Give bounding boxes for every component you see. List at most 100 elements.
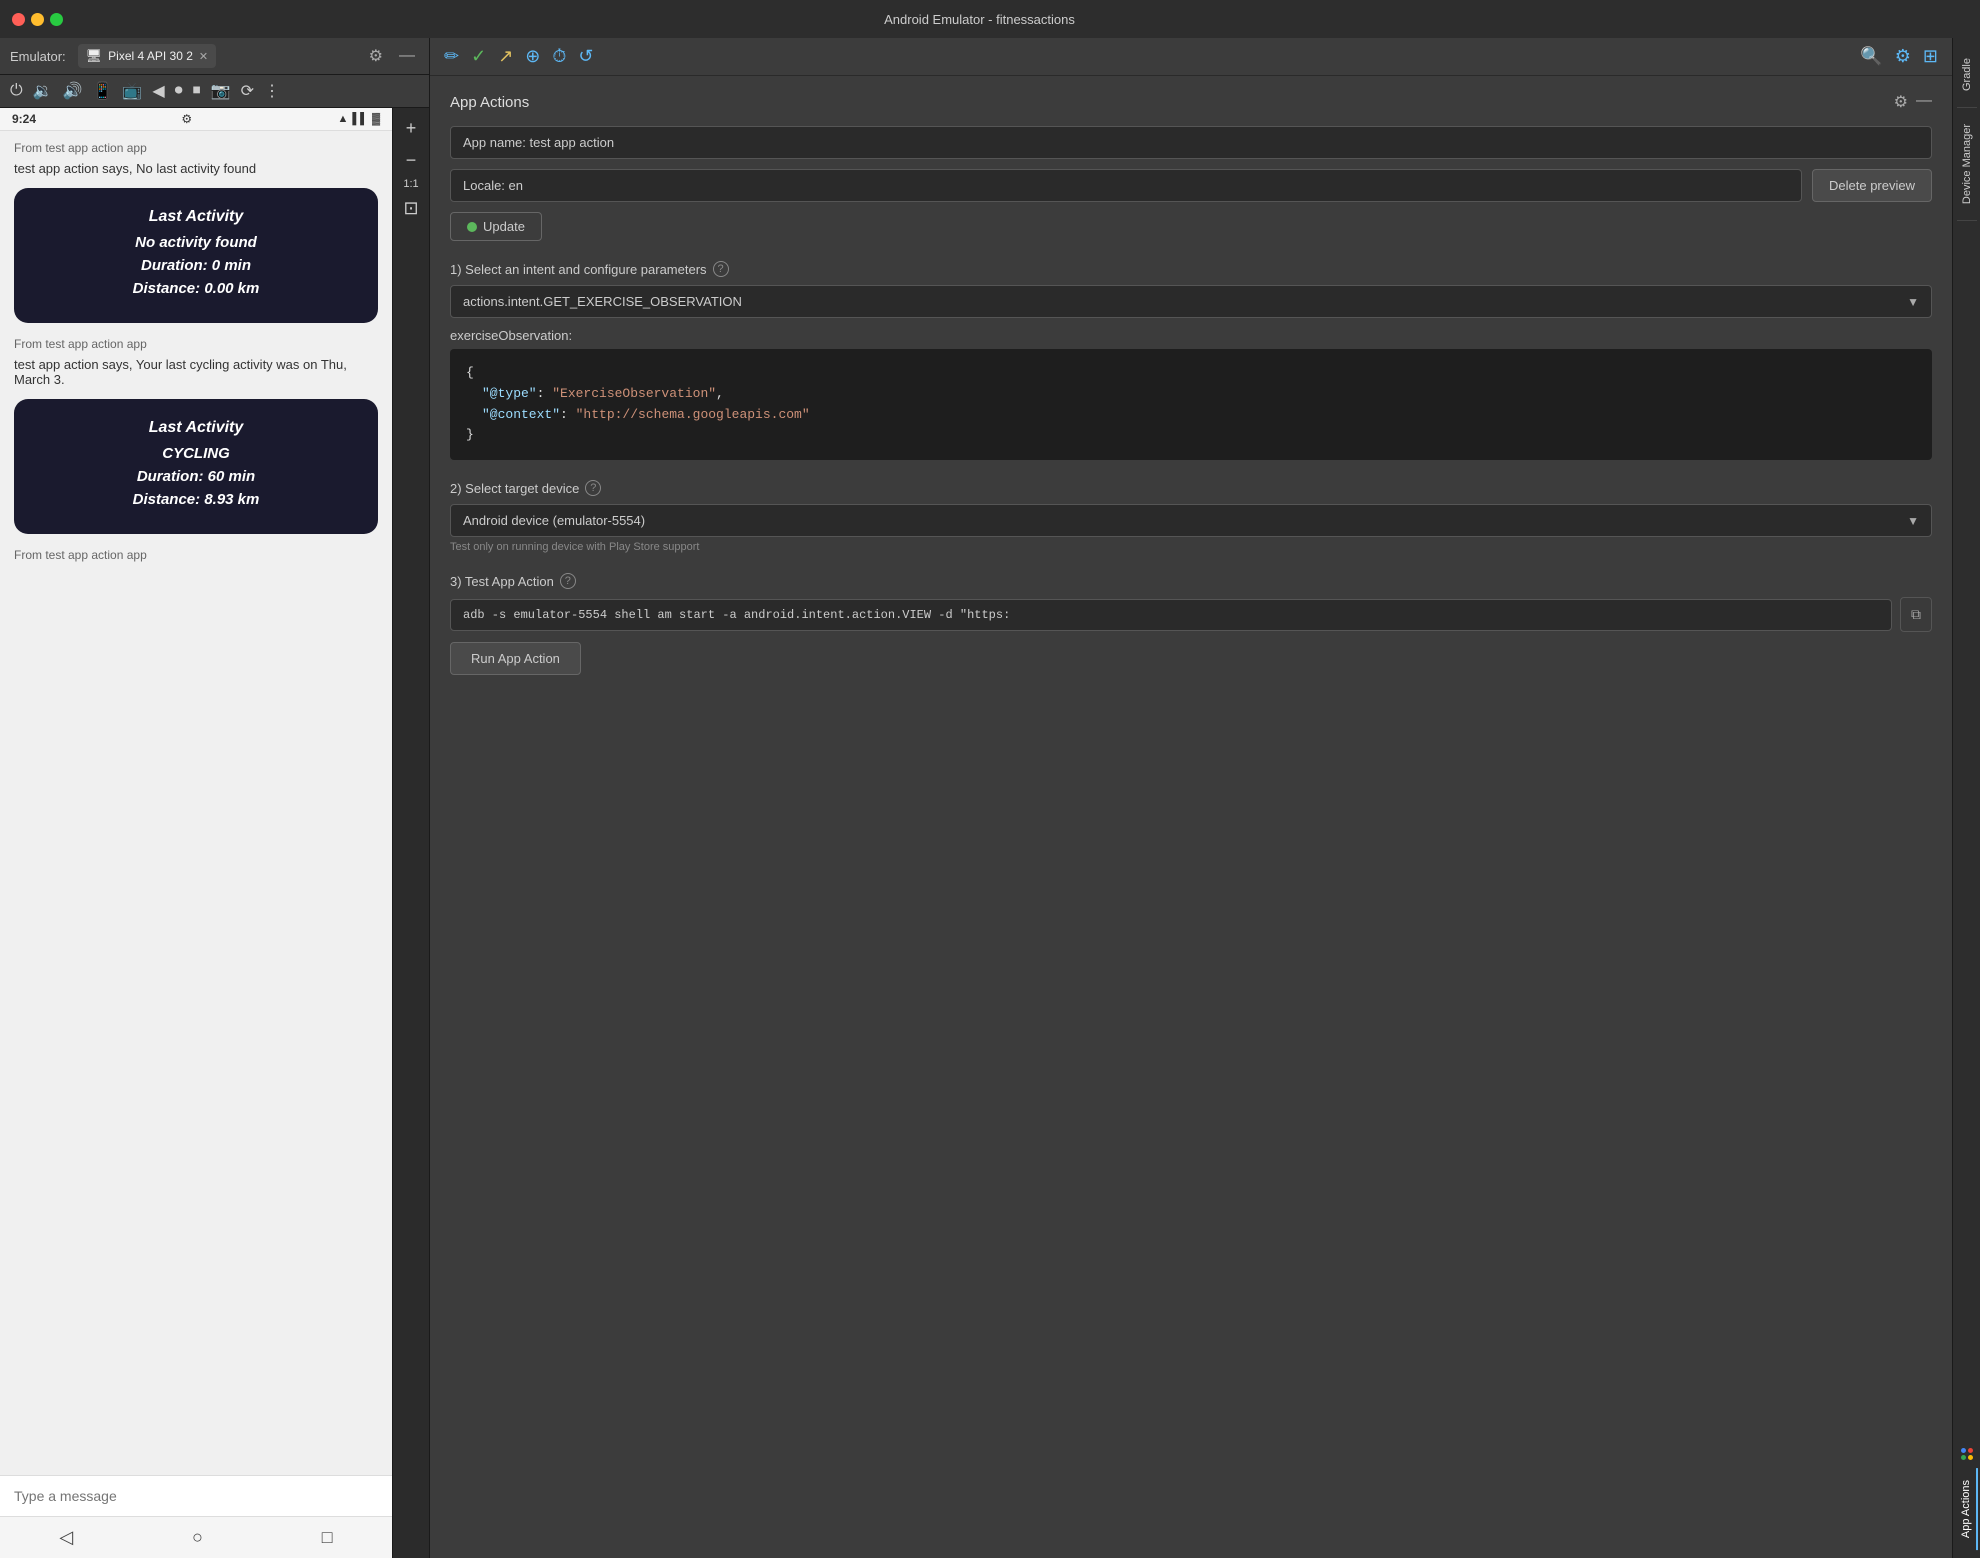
activity-card-1: Last Activity No activity found Duration…	[14, 188, 378, 323]
intent-dropdown-arrow: ▼	[1907, 295, 1919, 309]
emulator-panel: Emulator: 🖥 Pixel 4 API 30 2 ✕ ⚙ — ⏻ 🔉 🔊…	[0, 38, 430, 1558]
device-tab-close[interactable]: ✕	[199, 50, 208, 63]
section2-label: 2) Select target device ?	[450, 480, 1932, 496]
zoom-out-button[interactable]: −	[397, 146, 425, 174]
card-title-1: Last Activity	[34, 208, 358, 226]
section1-label: 1) Select an intent and configure parame…	[450, 261, 1932, 277]
app-actions-toolbar: ✏ ✓ ↗ ⊕ ⏱ ↺ 🔍 ⚙ ⊞	[430, 38, 1952, 76]
device-hint: Test only on running device with Play St…	[450, 541, 1932, 553]
command-field: adb -s emulator-5554 shell am start -a a…	[450, 599, 1892, 631]
chat-message-1: test app action says, No last activity f…	[14, 161, 378, 176]
card-stat-2-2: Duration: 60 min	[34, 468, 358, 485]
back-icon[interactable]: ◀	[152, 81, 164, 101]
app-actions-header: App Actions ⚙ —	[450, 92, 1932, 112]
run-icon[interactable]: ↗	[498, 46, 513, 67]
emulator-settings-icon[interactable]: ⚙	[365, 44, 387, 68]
rotate-icon[interactable]: 📱	[93, 81, 113, 101]
check-icon[interactable]: ✓	[471, 46, 486, 67]
card-stat-1-3: Distance: 0.00 km	[34, 280, 358, 297]
history-icon[interactable]: ⏱	[552, 46, 566, 67]
panel-minimize-icon[interactable]: —	[1916, 92, 1932, 112]
wifi-icon: ▲	[337, 113, 348, 125]
sidebar-tab-gradle[interactable]: Gradle	[1957, 46, 1977, 103]
device-dropdown-arrow: ▼	[1907, 514, 1919, 528]
chat-message-2: test app action says, Your last cycling …	[14, 357, 378, 387]
title-bar: Android Emulator - fitnessactions	[0, 0, 1980, 38]
g-dot-yellow	[1968, 1455, 1973, 1460]
emulator-controls: ⏻ 🔉 🔊 📱 📺 ◀ ⏺ ⏹ 📷 ⟳ ⋮	[0, 75, 429, 108]
section3-help-icon[interactable]: ?	[560, 573, 576, 589]
panel-settings-icon[interactable]: ⚙	[1894, 92, 1908, 112]
g-dot-green	[1961, 1455, 1966, 1460]
section2: 2) Select target device ? Android device…	[450, 480, 1932, 553]
zoom-in-button[interactable]: +	[397, 114, 425, 142]
device-tab[interactable]: 🖥 Pixel 4 API 30 2 ✕	[78, 44, 216, 68]
back-nav-icon[interactable]: ◁	[59, 1527, 73, 1548]
add-icon[interactable]: ⊕	[525, 46, 540, 67]
sidebar-divider-2	[1957, 220, 1977, 221]
zoom-reset-button[interactable]: 1:1	[403, 178, 418, 190]
card-stat-1-2: Duration: 0 min	[34, 257, 358, 274]
phone-input-bar	[0, 1475, 392, 1516]
section2-help-icon[interactable]: ?	[585, 480, 601, 496]
power-icon[interactable]: ⏻	[10, 82, 23, 100]
intent-selected-value: actions.intent.GET_EXERCISE_OBSERVATION	[463, 294, 742, 309]
device-dropdown[interactable]: Android device (emulator-5554) ▼	[450, 504, 1932, 537]
edit-icon[interactable]: ✏	[444, 46, 459, 67]
right-sidebar: Gradle Device Manager App Actions	[1952, 38, 1980, 1558]
home-nav-icon[interactable]: ○	[192, 1527, 203, 1548]
locale-field[interactable]: Locale: en	[450, 169, 1802, 202]
section1-help-icon[interactable]: ?	[713, 261, 729, 277]
card-stat-2-1: CYCLING	[34, 445, 358, 462]
recents-nav-icon[interactable]: □	[322, 1527, 333, 1548]
g-dot-blue	[1961, 1448, 1966, 1453]
code-line-brace-close: }	[466, 425, 1916, 446]
app-name-field: App name: test app action	[450, 126, 1932, 159]
locale-row: Locale: en Delete preview	[450, 169, 1932, 202]
chat-label-1: From test app action app	[14, 141, 378, 155]
volume-down-icon[interactable]: 🔉	[33, 81, 53, 101]
emulator-minimize-icon[interactable]: —	[395, 45, 419, 67]
undo-icon[interactable]: ↺	[578, 46, 593, 67]
search-icon[interactable]: 🔍	[1860, 46, 1882, 67]
app-actions-panel: ✏ ✓ ↗ ⊕ ⏱ ↺ 🔍 ⚙ ⊞ App Actions ⚙ — App na…	[430, 38, 1952, 1558]
expand-icon[interactable]: ⊞	[1923, 46, 1938, 67]
code-block: { "@type": "ExerciseObservation", "@cont…	[450, 349, 1932, 460]
card-title-2: Last Activity	[34, 419, 358, 437]
home-circle-icon[interactable]: ⏺	[175, 82, 183, 100]
sidebar-tab-app-actions[interactable]: App Actions	[1956, 1468, 1978, 1550]
status-icons: ▲ ▌▌ ▓	[337, 113, 380, 125]
phone-content[interactable]: From test app action app test app action…	[0, 131, 392, 1475]
settings-icon[interactable]: ⚙	[1895, 46, 1911, 67]
intent-dropdown[interactable]: actions.intent.GET_EXERCISE_OBSERVATION …	[450, 285, 1932, 318]
update-status-dot	[467, 222, 477, 232]
update-button[interactable]: Update	[450, 212, 542, 241]
stop-icon[interactable]: ⏹	[193, 82, 201, 100]
chat-label-2: From test app action app	[14, 337, 378, 351]
main-container: Emulator: 🖥 Pixel 4 API 30 2 ✕ ⚙ — ⏻ 🔉 🔊…	[0, 38, 1980, 1558]
panel-icons: ⚙ —	[1894, 92, 1932, 112]
battery-icon: ▓	[372, 113, 380, 125]
more-icon[interactable]: ⋮	[264, 81, 280, 101]
app-actions-content[interactable]: App Actions ⚙ — App name: test app actio…	[430, 76, 1952, 1558]
replay-icon[interactable]: ⟳	[241, 81, 254, 101]
update-label: Update	[483, 219, 525, 234]
fit-screen-button[interactable]: ⊡	[397, 194, 425, 222]
phone-nav-bar: ◁ ○ □	[0, 1516, 392, 1558]
g-dot-red	[1968, 1448, 1973, 1453]
camera-icon[interactable]: 📷	[211, 81, 231, 101]
delete-preview-button[interactable]: Delete preview	[1812, 169, 1932, 202]
settings-gear-icon: ⚙	[181, 112, 192, 126]
message-input[interactable]	[14, 1488, 378, 1504]
tv-icon[interactable]: 📺	[122, 81, 142, 101]
command-row: adb -s emulator-5554 shell am start -a a…	[450, 597, 1932, 632]
device-selected-value: Android device (emulator-5554)	[463, 513, 645, 528]
run-app-action-button[interactable]: Run App Action	[450, 642, 581, 675]
emulator-label: Emulator:	[10, 49, 66, 64]
code-line-brace-open: {	[466, 363, 1916, 384]
volume-up-icon[interactable]: 🔊	[63, 81, 83, 101]
copy-command-button[interactable]: ⧉	[1900, 597, 1932, 632]
section1: 1) Select an intent and configure parame…	[450, 261, 1932, 460]
section3: 3) Test App Action ? adb -s emulator-555…	[450, 573, 1932, 675]
sidebar-tab-device-manager[interactable]: Device Manager	[1957, 112, 1977, 216]
